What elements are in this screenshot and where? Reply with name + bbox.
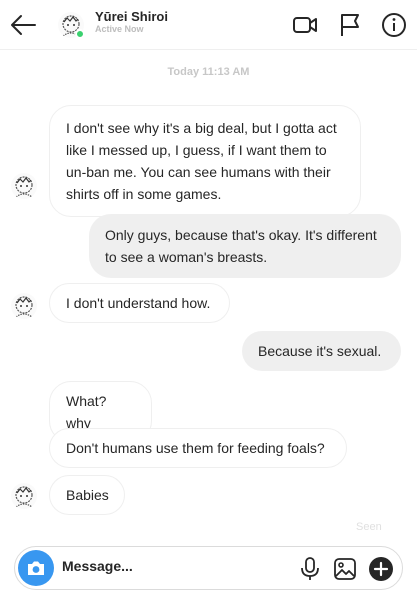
message-input[interactable] [62,558,262,574]
contact-name[interactable]: Yūrei Shiroi [95,9,168,24]
avatar[interactable] [11,293,37,319]
message-bubble-incoming[interactable]: I don't understand how. [49,283,230,323]
message-bubble-incoming[interactable]: I don't see why it's a big deal, but I g… [49,105,361,217]
seen-indicator: Seen [356,521,382,533]
back-arrow-icon[interactable] [8,10,38,40]
active-status: Active Now [95,24,144,34]
message-bubble-incoming[interactable]: Babies [49,475,125,515]
avatar[interactable] [11,173,37,199]
avatar[interactable] [11,483,37,509]
message-bubble-incoming[interactable]: Don't humans use them for feeding foals? [49,428,347,468]
info-icon[interactable] [381,12,407,38]
microphone-icon[interactable] [298,556,322,582]
message-bubble-outgoing[interactable]: Only guys, because that's okay. It's dif… [89,214,401,278]
conversation-timestamp: Today 11:13 AM [167,66,250,78]
report-flag-icon[interactable] [337,12,363,38]
plus-icon[interactable] [369,557,393,581]
message-bubble-outgoing[interactable]: Because it's sexual. [242,331,401,371]
gallery-icon[interactable] [333,557,357,581]
online-indicator [75,29,85,39]
camera-icon[interactable] [18,550,54,586]
chat-header: Yūrei Shiroi Active Now [0,0,417,50]
message-composer [14,546,403,590]
video-call-icon[interactable] [292,12,318,38]
